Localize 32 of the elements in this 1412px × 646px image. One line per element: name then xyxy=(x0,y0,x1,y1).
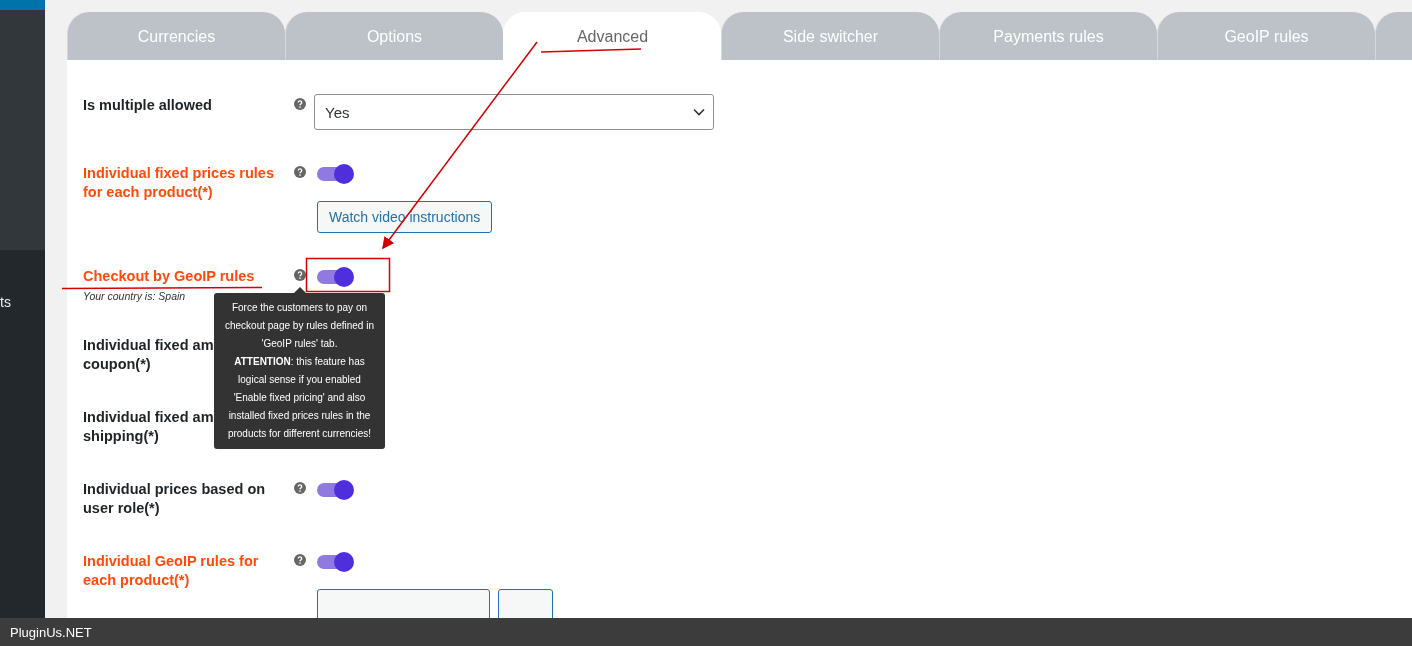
chevron-icon xyxy=(693,108,705,116)
tab[interactable]: Currencies xyxy=(67,12,285,60)
video-button[interactable]: Watch video instructions xyxy=(317,201,493,233)
tab[interactable]: GeoIP rules xyxy=(1157,12,1375,60)
footer-brand: PluginUs.NET xyxy=(10,624,92,640)
tooltip: Force the customers to pay on checkout page by rules defined in 'GeoIP rules' tab. ATTENTION: this feature has logical sense if you enabled 'Enable fixed pricing' and also installed fixed prices rules in the products for different currencies! xyxy=(214,293,385,449)
help-icon[interactable] xyxy=(294,482,306,494)
setting-label: Individual GeoIP rules for each product(*) xyxy=(83,552,259,590)
toggle-switch[interactable] xyxy=(317,163,354,185)
video-button[interactable] xyxy=(498,589,553,618)
setting-label: Checkout by GeoIP rules xyxy=(83,267,255,286)
setting-label: Individual prices based on user role(*) xyxy=(83,480,266,518)
toggle-switch[interactable] xyxy=(317,479,354,501)
select-field[interactable]: Yes xyxy=(314,94,714,130)
active-menu-bar xyxy=(0,0,45,10)
toggle-switch[interactable] xyxy=(317,551,354,573)
video-button[interactable] xyxy=(317,589,490,618)
help-icon[interactable] xyxy=(294,269,306,281)
tab[interactable]: Options xyxy=(285,12,503,60)
setting-note: Your country is: Spain xyxy=(83,290,186,302)
setting-label: Individual fixed am shipping(*) xyxy=(83,408,214,446)
sidebar-item[interactable]: ts xyxy=(0,293,45,311)
help-icon[interactable] xyxy=(294,166,306,178)
setting-label: Is multiple allowed xyxy=(83,96,212,115)
tab[interactable]: Side switcher xyxy=(721,12,939,60)
setting-label: Individual fixed am coupon(*) xyxy=(83,336,214,374)
setting-label: Individual fixed prices rules for each product(*) xyxy=(83,164,274,202)
help-icon[interactable] xyxy=(294,554,306,566)
tab[interactable]: Advanced xyxy=(503,12,721,60)
help-icon[interactable] xyxy=(294,98,306,110)
toggle-switch[interactable] xyxy=(317,266,354,288)
tab[interactable]: Payments rules xyxy=(939,12,1157,60)
